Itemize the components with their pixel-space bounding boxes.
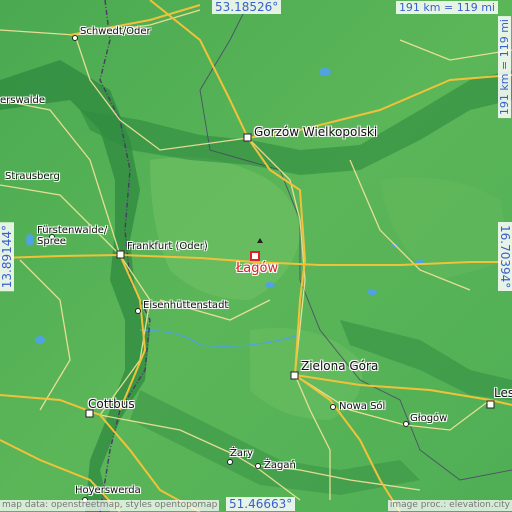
- city-marker: [227, 459, 233, 465]
- place-label-zielona-gora: Zielona Góra: [301, 359, 379, 373]
- place-label-glogow: Głogów: [410, 413, 448, 424]
- lake: [265, 282, 275, 288]
- place-label-les: Les: [494, 386, 512, 400]
- place-label-zagan: Żagań: [264, 460, 296, 471]
- city-marker: [116, 250, 125, 259]
- credits-left: map data: openstreetmap, styles opentopo…: [0, 500, 220, 511]
- city-marker: [243, 133, 252, 142]
- lake: [35, 336, 45, 344]
- city-marker: [330, 404, 336, 410]
- place-label-cottbus: Cottbus: [88, 397, 135, 411]
- city-marker: [403, 421, 409, 427]
- place-label-eisenhuttenstadt: Eisenhüttenstadt: [143, 300, 229, 311]
- longitude-left: 13.89144°: [0, 222, 14, 292]
- place-label-nowa-sol: Nowa Sól: [339, 401, 386, 412]
- place-label-strausberg: Strausberg: [5, 171, 60, 182]
- city-marker: [135, 308, 141, 314]
- place-label-frankfurt: Frankfurt (Oder): [127, 241, 208, 252]
- longitude-right: 16.70394°: [498, 222, 512, 292]
- lake: [26, 234, 34, 246]
- scale-vertical: 191 km = 119 mi: [498, 16, 511, 119]
- city-marker: [486, 400, 495, 409]
- scale-horizontal: 191 km = 119 mi: [395, 1, 498, 14]
- latitude-bottom: 51.46663°: [226, 497, 296, 511]
- place-label-hoyerswerda: Hoyerswerda: [75, 485, 141, 496]
- city-marker: [72, 35, 78, 41]
- topographic-map[interactable]: [0, 0, 512, 512]
- city-marker: [290, 371, 299, 380]
- target-place-label: Łagów: [236, 261, 279, 276]
- credits-right: image proc.: elevation.city: [387, 500, 512, 511]
- place-label-furstenwalde: Fürstenwalde/: [37, 225, 108, 236]
- latitude-top: 53.18526°: [212, 0, 282, 14]
- target-marker: [250, 251, 260, 261]
- lake: [319, 68, 331, 76]
- place-label-gorzow: Gorzów Wielkopolski: [254, 125, 378, 139]
- lake: [367, 289, 377, 295]
- city-marker: [85, 409, 94, 418]
- city-marker: [255, 463, 261, 469]
- place-label-schwedt: Schwedt/Oder: [80, 26, 151, 37]
- place-label-eberswalde: erswalde: [0, 95, 46, 106]
- place-label-zary: Żary: [230, 448, 254, 459]
- place-label-spree: Spree: [37, 236, 66, 247]
